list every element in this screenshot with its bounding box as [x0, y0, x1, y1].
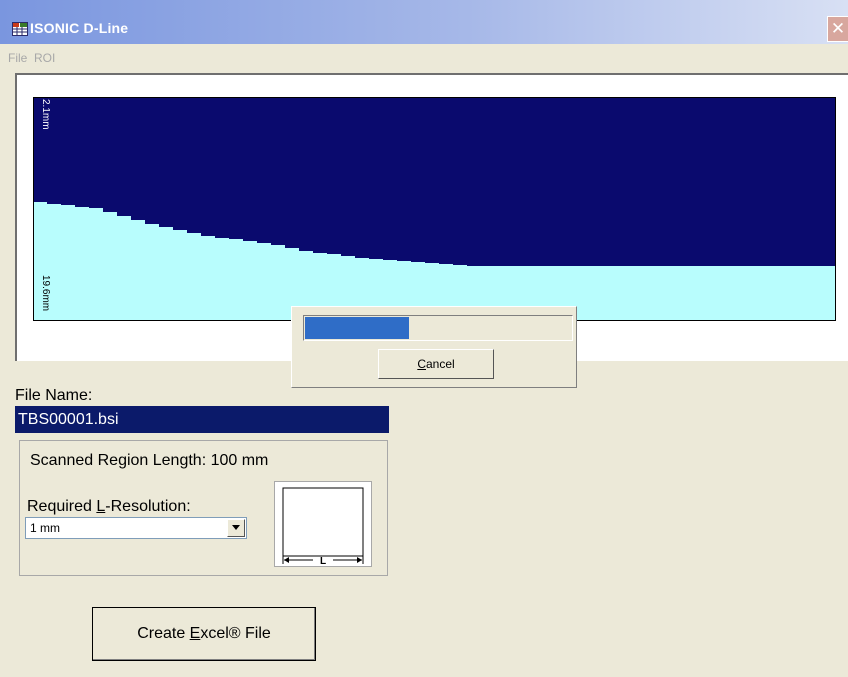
resolution-label-post: -Resolution: — [105, 498, 191, 515]
thickness-profile-plot: 2.1mm 19.6mm — [33, 97, 836, 321]
resolution-value: 1 mm — [30, 521, 60, 535]
diagram-l-label: L — [320, 556, 326, 566]
menu-roi[interactable]: ROI — [34, 51, 55, 65]
resolution-select[interactable]: 1 mm — [25, 517, 247, 539]
cancel-button[interactable]: Cancel — [378, 349, 494, 379]
close-icon: ✕ — [830, 19, 846, 38]
scanned-region-length: Scanned Region Length: 100 mm — [30, 452, 269, 469]
plot-bottom-depth-label: 19.6mm — [40, 275, 51, 311]
title-bar: ISONIC D-Line ✕ — [0, 0, 848, 44]
resolution-label: Required L-Resolution: — [27, 498, 191, 516]
menu-bar: File ROI — [0, 44, 848, 72]
plot-top-depth-label: 2.1mm — [40, 99, 51, 130]
cancel-label-post: ancel — [425, 357, 455, 371]
excel-label-post: xcel® File — [200, 625, 271, 642]
window-title: ISONIC D-Line — [30, 20, 129, 36]
resolution-label-pre: Required — [27, 498, 97, 515]
dropdown-button[interactable] — [227, 519, 245, 537]
progress-bar — [303, 315, 573, 341]
excel-label-key: E — [189, 625, 201, 642]
excel-label-pre: Create — [137, 625, 190, 642]
resolution-label-key: L — [96, 498, 106, 515]
menu-file[interactable]: File — [8, 51, 27, 65]
create-excel-file-button[interactable]: Create Excel® File — [92, 607, 316, 661]
file-name-field[interactable]: TBS00001.bsi — [15, 406, 389, 433]
isonic-dline-window: ISONIC D-Line ✕ File ROI 2.1mm 19.6mm Fi… — [0, 0, 848, 677]
progress-dialog: Cancel — [291, 306, 577, 388]
cancel-label-key: C — [417, 357, 426, 371]
app-grid-icon — [12, 22, 28, 36]
close-button[interactable]: ✕ — [827, 16, 848, 42]
file-name-label: File Name: — [15, 387, 93, 404]
l-dimension-icon: L — [282, 487, 364, 567]
l-resolution-diagram: L — [274, 481, 372, 567]
progress-fill — [305, 317, 409, 339]
chevron-down-icon — [232, 525, 240, 530]
